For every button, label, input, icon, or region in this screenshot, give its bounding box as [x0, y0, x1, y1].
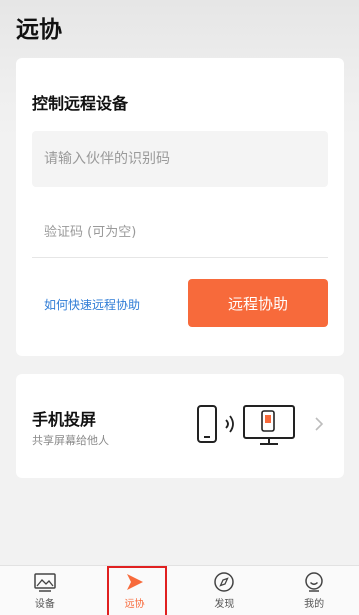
tab-remote-label: 远协	[124, 599, 145, 610]
screen-cast-card[interactable]: 手机投屏 共享屏幕给他人	[16, 374, 344, 478]
device-image-icon	[34, 573, 56, 592]
cast-subtitle: 共享屏幕给他人	[32, 434, 109, 447]
tab-mine-label: 我的	[304, 599, 325, 610]
bottom-tab-bar: 设备 远协 发现 我的	[0, 565, 359, 615]
partner-id-input[interactable]	[32, 131, 328, 187]
remote-assist-button[interactable]: 远程协助	[188, 279, 328, 327]
tab-remote[interactable]: 远协	[90, 566, 180, 615]
remote-card-title: 控制远程设备	[32, 94, 129, 113]
profile-icon	[305, 572, 323, 592]
chevron-right-icon	[315, 417, 324, 431]
tab-devices-label: 设备	[34, 599, 55, 610]
compass-icon	[214, 572, 235, 592]
tab-discover-label: 发现	[214, 599, 235, 610]
page-title: 远协	[16, 17, 62, 43]
tab-devices[interactable]: 设备	[0, 566, 90, 615]
cast-title: 手机投屏	[32, 410, 97, 429]
remote-control-card: 控制远程设备 如何快速远程协助 远程协助	[16, 58, 344, 356]
remote-play-icon	[126, 574, 143, 590]
monitor-icon	[243, 405, 295, 445]
help-link[interactable]: 如何快速远程协助	[44, 296, 140, 313]
tab-mine[interactable]: 我的	[269, 566, 359, 615]
signal-waves-icon	[225, 415, 234, 433]
tab-discover[interactable]: 发现	[180, 566, 270, 615]
verification-code-input[interactable]	[32, 208, 328, 258]
cast-illustration	[197, 405, 295, 445]
phone-icon	[197, 405, 217, 443]
